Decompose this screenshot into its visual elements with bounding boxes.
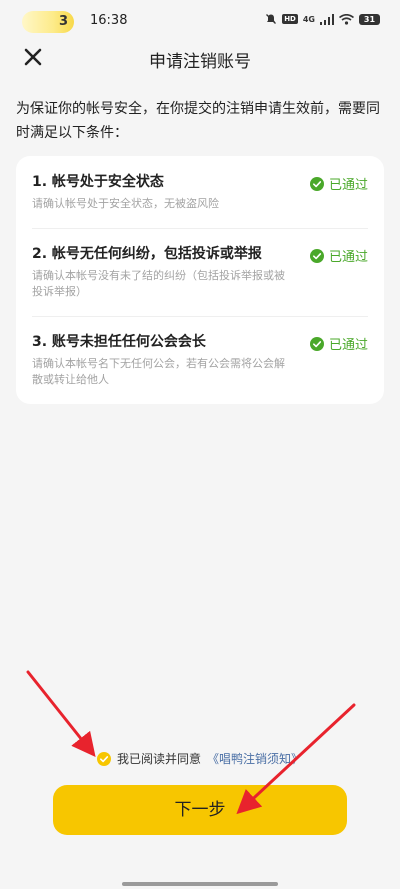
divider [32, 228, 368, 229]
condition-item: 3. 账号未担任任何公会会长 请确认本帐号名下无任何公会，若有公会需将公会解散或… [32, 332, 368, 388]
status-text: 已通过 [328, 178, 368, 193]
mute-icon [266, 14, 277, 24]
check-circle-icon [309, 336, 324, 351]
status-icons: HD 4G 31 [265, 13, 380, 25]
conditions-card: 1. 帐号处于安全状态 请确认帐号处于安全状态，无被盗风险 已通过 2. 帐号无… [16, 156, 384, 404]
condition-desc: 请确认本帐号名下无任何公会，若有公会需将公会解散或转让给他人 [32, 357, 285, 386]
condition-item: 2. 帐号无任何纠纷，包括投诉或举报 请确认本帐号没有未了结的纠纷（包括投诉举报… [32, 244, 368, 300]
condition-status: 已通过 [309, 334, 368, 353]
status-text: 已通过 [328, 338, 368, 353]
next-step-button[interactable]: 下一步 [53, 785, 347, 835]
status-pill: 3 [22, 11, 74, 33]
condition-item: 1. 帐号处于安全状态 请确认帐号处于安全状态，无被盗风险 已通过 [32, 172, 368, 212]
hd-icon: HD [282, 14, 298, 24]
network-4g-icon: 4G [302, 14, 315, 24]
condition-desc: 请确认帐号处于安全状态，无被盗风险 [32, 197, 219, 210]
agreement-row: 我已阅读并同意 《唱鸭注销须知》 [0, 750, 400, 767]
divider [32, 316, 368, 317]
home-indicator [122, 882, 278, 886]
agree-checkbox-icon[interactable] [96, 751, 111, 766]
condition-status: 已通过 [309, 246, 368, 265]
status-text: 已通过 [328, 250, 368, 265]
status-time: 16:38 [90, 13, 128, 28]
battery-icon: 31 [359, 13, 380, 25]
page-title: 申请注销账号 [149, 52, 251, 72]
agreement-text: 我已阅读并同意 [116, 752, 201, 766]
arrow-to-checkbox [26, 670, 96, 758]
condition-status: 已通过 [309, 174, 368, 193]
check-circle-icon [309, 176, 324, 191]
status-pill-number: 3 [58, 14, 68, 29]
agreement-link[interactable]: 《唱鸭注销须知》 [207, 750, 303, 767]
condition-desc: 请确认本帐号没有未了结的纠纷（包括投诉举报或被投诉举报） [32, 269, 285, 298]
header: 申请注销账号 [0, 40, 400, 76]
status-bar: 3 16:38 HD 4G 31 [0, 0, 400, 40]
signal-icon [320, 13, 334, 25]
wifi-icon [339, 13, 354, 25]
check-circle-icon [309, 248, 324, 263]
intro-text: 为保证你的帐号安全，在你提交的注销申请生效前，需要同时满足以下条件： [16, 101, 380, 141]
